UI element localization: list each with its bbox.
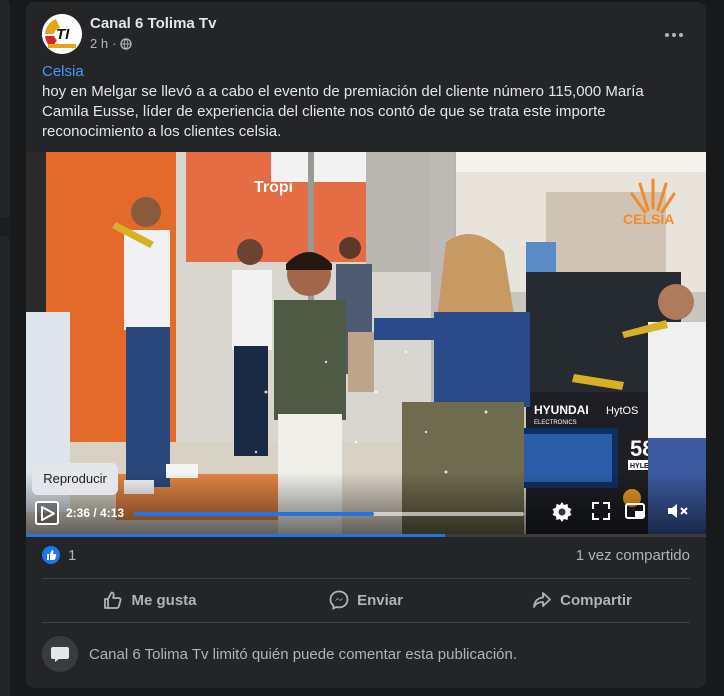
play-tooltip: Reproducir (32, 463, 118, 495)
left-panel-top (0, 0, 10, 218)
storefront-sign: Tropi (254, 179, 293, 196)
tv-brand-sub: ELECTRONICS (534, 420, 577, 426)
share-button[interactable]: Compartir (474, 582, 690, 618)
like-button[interactable]: Me gusta (42, 582, 258, 618)
share-icon (533, 592, 552, 608)
post-meta: 2 h · (90, 36, 133, 51)
watch-progress-fill (26, 534, 445, 537)
more-horizontal-icon[interactable] (662, 22, 686, 42)
like-count[interactable]: 1 (68, 547, 76, 564)
video-player[interactable]: Tropi HYUNDAI ELECTRONICS HytOS 58" 147 (26, 152, 706, 534)
meta-separator: · (112, 36, 117, 51)
avatar-logo-text: TI (56, 26, 70, 43)
post-text: Celsia hoy en Melgar se llevó a a cabo e… (42, 62, 692, 142)
avatar[interactable]: TI (42, 14, 82, 54)
tv-brand: HYUNDAI (534, 403, 589, 417)
channel-logo-icon: TI (42, 14, 82, 54)
hashtag-link[interactable]: Celsia (42, 62, 692, 82)
like-button-label: Me gusta (131, 591, 197, 609)
divider-bottom (42, 622, 690, 623)
globe-icon[interactable] (120, 37, 133, 50)
thumbs-up-icon (104, 591, 122, 609)
fullscreen-icon[interactable] (590, 500, 616, 526)
comments-notice-text: Canal 6 Tolima Tv limitó quién puede com… (89, 646, 518, 663)
post-body: hoy en Melgar se llevó a a cabo el event… (42, 83, 644, 140)
tv-os: HytOS (606, 405, 638, 417)
reactions-bar: 1 1 vez compartido (42, 542, 690, 570)
send-button-label: Enviar (357, 591, 403, 609)
author-name[interactable]: Canal 6 Tolima Tv (90, 15, 216, 32)
settings-icon[interactable] (550, 500, 576, 526)
play-button[interactable] (35, 501, 59, 525)
divider-top (42, 578, 690, 579)
watermark-text: CELSIA (623, 211, 674, 227)
comments-restricted-notice: Canal 6 Tolima Tv limitó quién puede com… (42, 636, 690, 672)
left-column-edge (0, 0, 10, 696)
post-card: TI Canal 6 Tolima Tv 2 h · Celsia hoy en… (26, 2, 706, 688)
like-reaction-icon[interactable] (42, 546, 60, 564)
play-icon (41, 506, 55, 521)
messenger-icon (329, 590, 349, 610)
comment-bubble-icon (42, 636, 78, 672)
left-panel-bottom (0, 236, 10, 696)
action-bar: Me gusta Enviar Compartir (42, 582, 690, 618)
volume-muted-icon[interactable] (666, 500, 692, 526)
miniplayer-icon[interactable] (624, 500, 650, 526)
post-time[interactable]: 2 h (90, 36, 108, 51)
video-frame: Tropi HYUNDAI ELECTRONICS HytOS 58" 147 (26, 152, 706, 534)
send-button[interactable]: Enviar (258, 582, 474, 618)
scrubber-fill (134, 512, 375, 516)
post-header: TI Canal 6 Tolima Tv 2 h · (42, 14, 690, 54)
video-scrubber[interactable] (134, 512, 524, 516)
share-count[interactable]: 1 vez compartido (576, 547, 690, 564)
share-button-label: Compartir (560, 591, 632, 609)
watch-progress (26, 534, 706, 537)
video-time: 2:36 / 4:13 (66, 506, 125, 520)
